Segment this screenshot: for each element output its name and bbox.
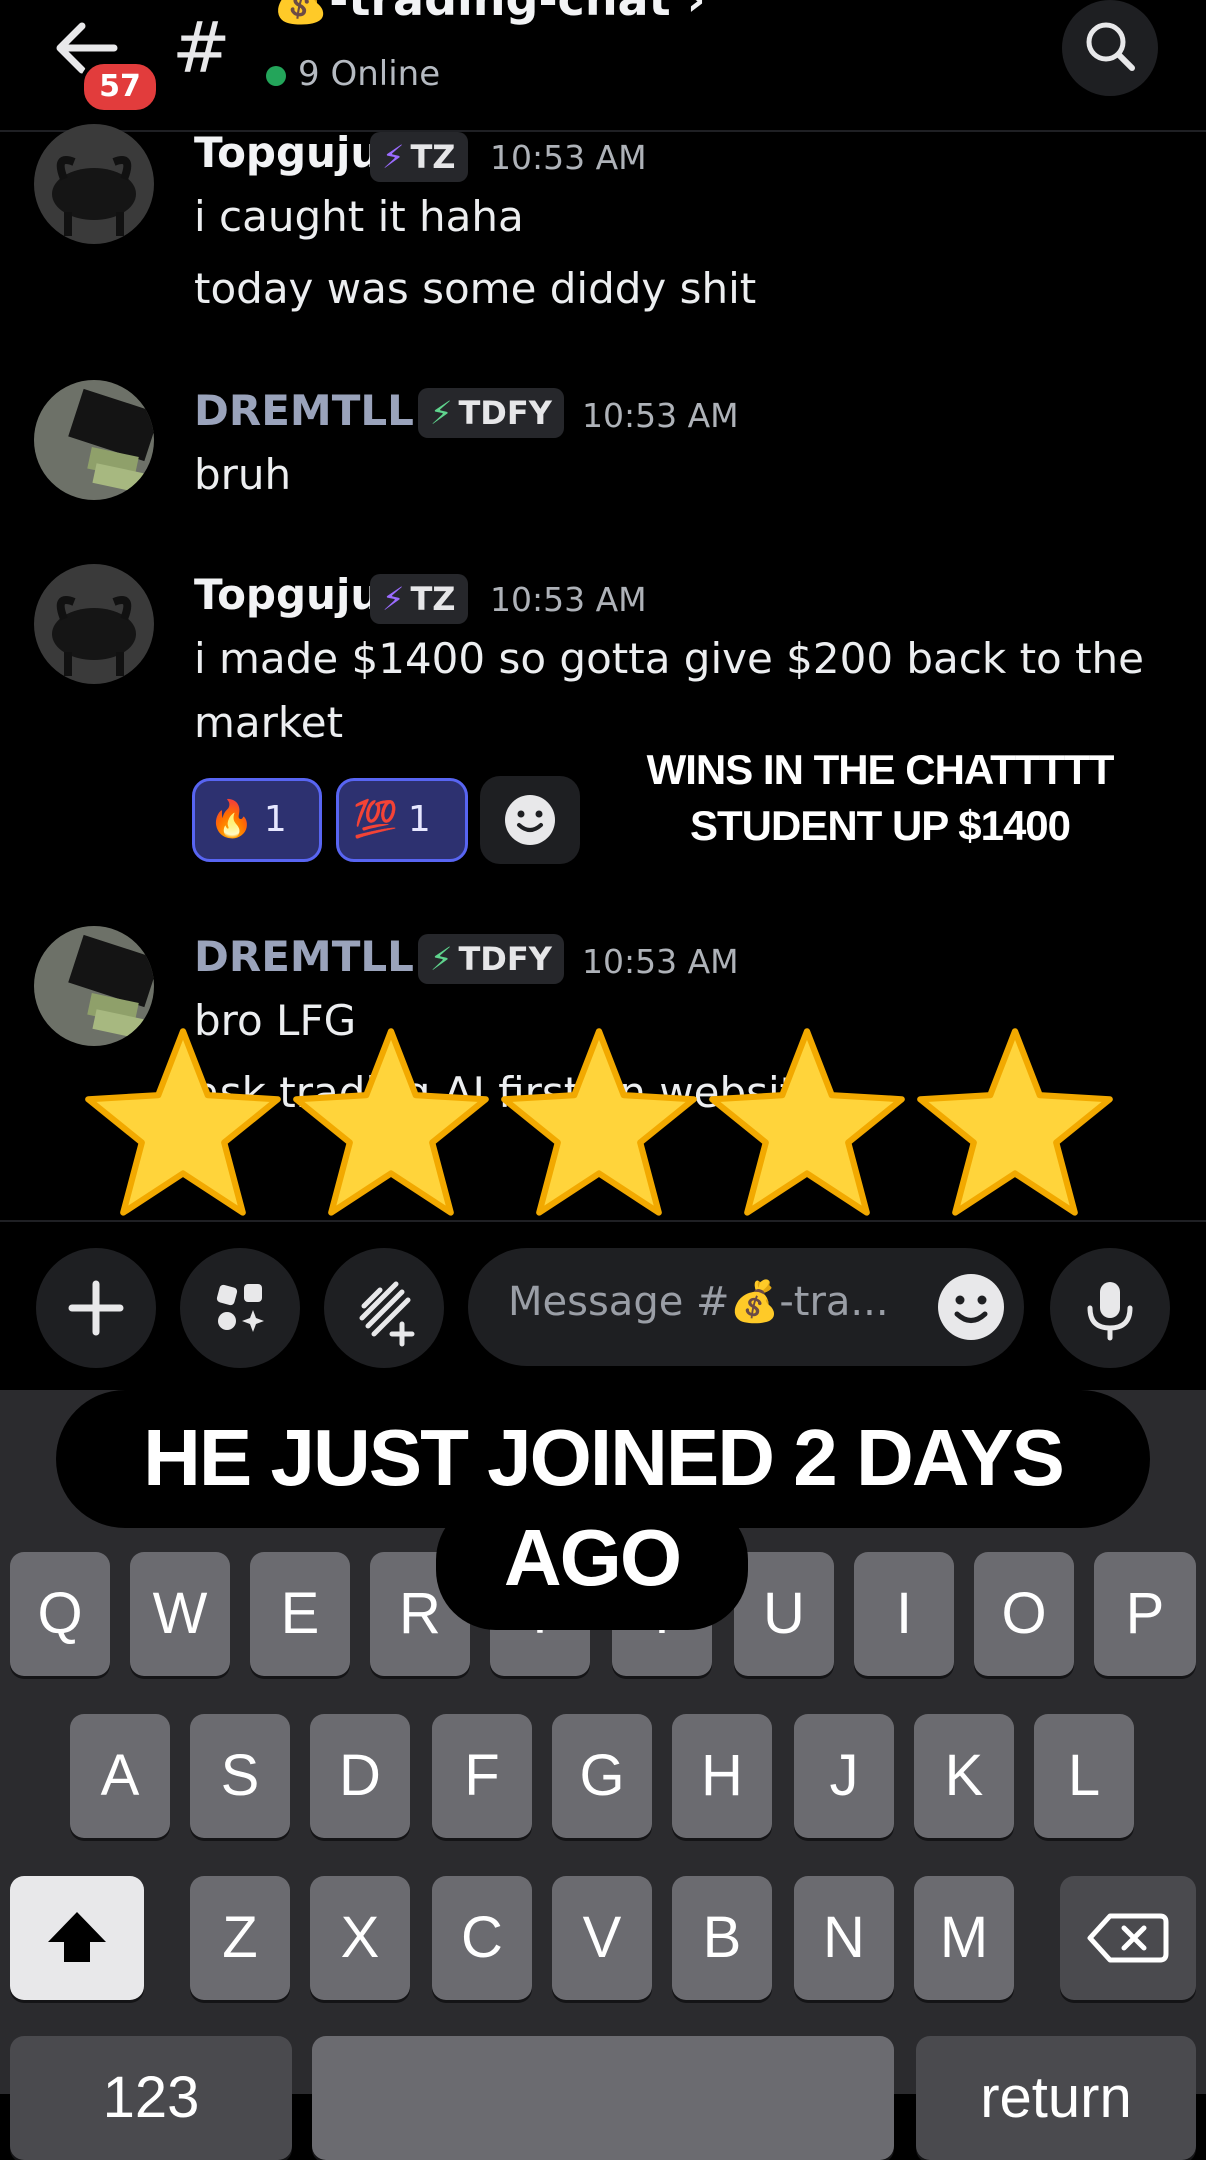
- hundred-points-icon: 💯: [353, 799, 398, 840]
- key-v[interactable]: V: [552, 1876, 652, 2000]
- fire-icon: 🔥: [209, 799, 254, 840]
- star-icon: [917, 1028, 1113, 1216]
- delete-key[interactable]: [1060, 1876, 1196, 2000]
- key-x[interactable]: X: [310, 1876, 410, 2000]
- key-a[interactable]: A: [70, 1714, 170, 1838]
- attach-button[interactable]: [36, 1248, 156, 1368]
- five-star-rating: [80, 1024, 1126, 1230]
- key-d[interactable]: D: [310, 1714, 410, 1838]
- message-text: market: [194, 698, 344, 747]
- bull-statue-avatar-icon: [34, 124, 154, 244]
- lightning-icon: ⚡: [382, 138, 405, 176]
- joined-caption-line: AGO: [503, 1513, 682, 1602]
- star-icon: [501, 1028, 697, 1216]
- bull-statue-avatar-icon: [34, 564, 154, 684]
- key-g[interactable]: G: [552, 1714, 652, 1838]
- lightning-icon: ⚡: [430, 394, 453, 432]
- voice-button[interactable]: [1050, 1248, 1170, 1368]
- username[interactable]: DREMTLL: [194, 386, 414, 435]
- microphone-icon: [1087, 1282, 1133, 1341]
- emoji-button[interactable]: [930, 1266, 1012, 1348]
- apps-button[interactable]: [180, 1248, 300, 1368]
- smiley-icon: [938, 1274, 1004, 1340]
- timestamp: 10:53 AM: [490, 138, 647, 177]
- gift-button[interactable]: [324, 1248, 444, 1368]
- key-z[interactable]: Z: [190, 1876, 290, 2000]
- key-n[interactable]: N: [794, 1876, 894, 2000]
- add-reaction-button[interactable]: [480, 776, 580, 864]
- backspace-icon: [1087, 1913, 1169, 1963]
- avatar[interactable]: [34, 564, 154, 684]
- role-tag: ⚡ TDFY: [418, 934, 564, 984]
- role-tag: ⚡ TDFY: [418, 388, 564, 438]
- key-j[interactable]: J: [794, 1714, 894, 1838]
- message-text: i caught it haha: [194, 192, 524, 241]
- lightning-icon: ⚡: [382, 580, 405, 618]
- reaction-fire[interactable]: 🔥 1: [192, 778, 322, 862]
- joined-caption-line: HE JUST JOINED 2 DAYS: [143, 1413, 1065, 1502]
- online-count: 9 Online: [298, 54, 441, 94]
- key-f[interactable]: F: [432, 1714, 532, 1838]
- search-button[interactable]: [1062, 0, 1158, 96]
- key-h[interactable]: H: [672, 1714, 772, 1838]
- cash-photo-avatar-icon: [34, 380, 154, 500]
- caption-line: WINS IN THE CHATTTTT: [646, 746, 1115, 793]
- wins-caption: WINS IN THE CHATTTTT STUDENT UP $1400: [600, 742, 1160, 854]
- lightning-icon: ⚡: [430, 940, 453, 978]
- key-p[interactable]: P: [1094, 1552, 1196, 1676]
- return-key[interactable]: return: [916, 2036, 1196, 2160]
- role-tag: ⚡ TZ: [370, 132, 468, 182]
- star-icon: [709, 1028, 905, 1216]
- key-s[interactable]: S: [190, 1714, 290, 1838]
- timestamp: 10:53 AM: [582, 942, 739, 981]
- shift-icon: [48, 1912, 106, 1962]
- channel-header: 57 # 💰-trading-chat › 9 Online: [0, 0, 1206, 132]
- message-text: i made $1400 so gotta give $200 back to …: [194, 634, 1145, 683]
- avatar[interactable]: [34, 380, 154, 500]
- key-o[interactable]: O: [974, 1552, 1074, 1676]
- caption-line: STUDENT UP $1400: [689, 802, 1071, 849]
- key-i[interactable]: I: [854, 1552, 954, 1676]
- key-e[interactable]: E: [250, 1552, 350, 1676]
- apps-icon: [216, 1284, 264, 1332]
- message-placeholder: Message #💰-tra...: [508, 1279, 889, 1325]
- reaction-hundred[interactable]: 💯 1: [336, 778, 468, 862]
- key-u[interactable]: U: [734, 1552, 834, 1676]
- username[interactable]: Topguju: [194, 570, 380, 619]
- star-icon: [293, 1028, 489, 1216]
- space-key[interactable]: [312, 2036, 894, 2160]
- sparkle-gift-icon: [359, 1281, 415, 1347]
- username[interactable]: DREMTLL: [194, 932, 414, 981]
- key-b[interactable]: B: [672, 1876, 772, 2000]
- channel-name[interactable]: 💰-trading-chat ›: [272, 0, 706, 27]
- channel-hash-icon: #: [172, 7, 231, 89]
- unread-badge: 57: [80, 60, 160, 114]
- role-tag: ⚡ TZ: [370, 574, 468, 624]
- message-text: today was some diddy shit: [194, 264, 757, 313]
- key-l[interactable]: L: [1034, 1714, 1134, 1838]
- avatar[interactable]: [34, 124, 154, 244]
- numbers-key[interactable]: 123: [10, 2036, 292, 2160]
- username[interactable]: Topguju: [194, 128, 380, 177]
- message-text: bruh: [194, 450, 292, 499]
- key-m[interactable]: M: [914, 1876, 1014, 2000]
- plus-icon: [68, 1280, 124, 1336]
- key-w[interactable]: W: [130, 1552, 230, 1676]
- smiley-icon: [505, 795, 555, 845]
- key-k[interactable]: K: [914, 1714, 1014, 1838]
- online-status-dot: [266, 66, 286, 86]
- key-q[interactable]: Q: [10, 1552, 110, 1676]
- timestamp: 10:53 AM: [582, 396, 739, 435]
- key-c[interactable]: C: [432, 1876, 532, 2000]
- search-icon: [1086, 22, 1135, 71]
- timestamp: 10:53 AM: [490, 580, 647, 619]
- shift-key[interactable]: [10, 1876, 144, 2000]
- star-icon: [85, 1028, 281, 1216]
